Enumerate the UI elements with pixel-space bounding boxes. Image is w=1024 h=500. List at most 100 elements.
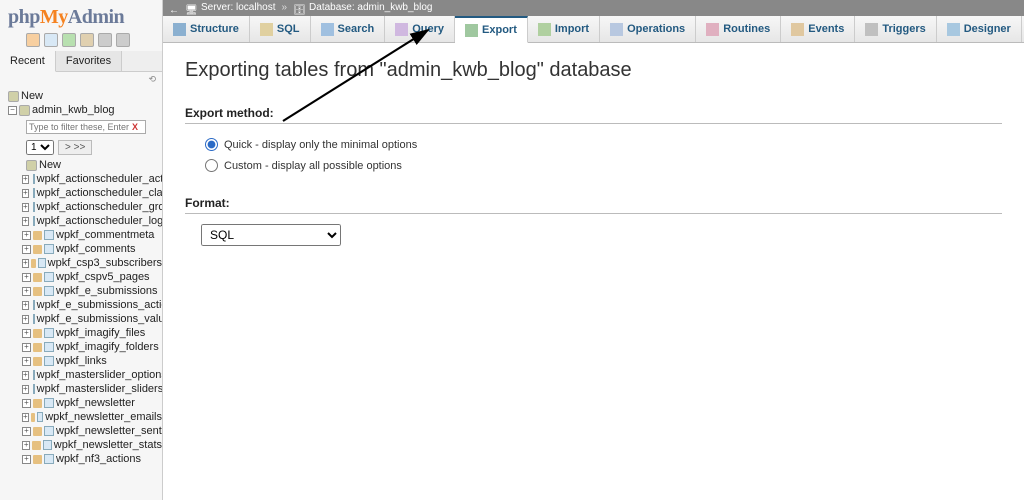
table-row[interactable]: + wpkf_actionscheduler_claims <box>22 186 162 200</box>
table-row[interactable]: +wpkf_csp3_subscribers <box>22 256 162 270</box>
table-row[interactable]: +wpkf_masterslider_sliders <box>22 382 162 396</box>
radio-quick[interactable] <box>205 138 218 151</box>
tab-triggers[interactable]: Triggers <box>855 16 936 42</box>
tab-operations[interactable]: Operations <box>600 16 696 42</box>
table-link-icon <box>33 245 42 254</box>
table-name: wpkf_nf3_actions <box>56 453 141 465</box>
breadcrumb-database[interactable]: Database: admin_kwb_blog <box>309 0 432 16</box>
table-name: wpkf_e_submissions <box>56 285 158 297</box>
plus-icon[interactable]: + <box>22 245 31 254</box>
query-icon <box>395 23 408 36</box>
tab-routines[interactable]: Routines <box>696 16 781 42</box>
plus-icon[interactable]: + <box>22 413 29 422</box>
plus-icon[interactable]: + <box>22 175 29 184</box>
pager-select[interactable]: 1 <box>26 140 54 155</box>
export-method-quick[interactable]: Quick - display only the minimal options <box>185 134 1002 155</box>
pager-next-button[interactable]: > >> <box>58 140 92 155</box>
home-icon[interactable] <box>26 33 40 47</box>
table-row[interactable]: +wpkf_newsletter_sent <box>22 424 162 438</box>
plus-icon[interactable]: + <box>22 455 31 464</box>
tab-designer[interactable]: Designer <box>937 16 1022 42</box>
table-row[interactable]: +wpkf_e_submissions_actions <box>22 298 162 312</box>
collapse-hint-icon[interactable]: ⟲ <box>0 72 162 87</box>
tab-events[interactable]: Events <box>781 16 855 42</box>
table-name: wpkf_masterslider_options <box>37 369 163 381</box>
plus-icon[interactable]: + <box>22 315 29 324</box>
logo-php: php <box>8 6 40 28</box>
docs-icon[interactable] <box>62 33 76 47</box>
main: Structure SQL Search Query Export Import… <box>163 16 1024 500</box>
plus-icon[interactable]: + <box>22 301 29 310</box>
table-row[interactable]: + wpkf_nf3_actions <box>22 452 162 466</box>
minus-icon[interactable]: − <box>8 106 17 115</box>
table-row[interactable]: +wpkf_newsletter_stats <box>22 438 162 452</box>
export-method-label: Export method: <box>185 106 1002 124</box>
back-arrow-icon[interactable]: ← <box>169 3 179 13</box>
table-row[interactable]: +wpkf_actionscheduler_actions <box>22 172 162 186</box>
table-icon <box>37 412 43 422</box>
filter-clear-icon[interactable]: X <box>132 122 138 132</box>
format-select[interactable]: SQL <box>201 224 341 246</box>
plus-icon[interactable]: + <box>22 203 29 212</box>
sidebar: phpMyAdmin Recent Favorites ⟲ New − admi… <box>0 0 163 500</box>
table-link-icon <box>33 287 42 296</box>
table-name: wpkf_actionscheduler_claims <box>37 187 163 199</box>
table-row[interactable]: +wpkf_imagify_folders <box>22 340 162 354</box>
table-row[interactable]: +wpkf_newsletter <box>22 396 162 410</box>
table-row[interactable]: +wpkf_comments <box>22 242 162 256</box>
breadcrumb: ← 🖥 Server: localhost » 🗄 Database: admi… <box>163 0 1024 16</box>
tab-structure[interactable]: Structure <box>163 16 250 42</box>
tab-recent[interactable]: Recent <box>0 51 56 72</box>
logout-icon[interactable] <box>44 33 58 47</box>
phpmyadmin-logo[interactable]: phpMyAdmin <box>0 0 162 31</box>
table-row[interactable]: +wpkf_commentmeta <box>22 228 162 242</box>
plus-icon[interactable]: + <box>22 399 31 408</box>
table-row[interactable]: +wpkf_imagify_files <box>22 326 162 340</box>
table-list: +wpkf_actionscheduler_actions+wpkf_actio… <box>22 172 162 466</box>
export-method-custom[interactable]: Custom - display all possible options <box>185 155 1002 176</box>
table-row[interactable]: + wpkf_masterslider_options <box>22 368 162 382</box>
refresh-icon[interactable] <box>116 33 130 47</box>
plus-icon[interactable]: + <box>22 217 29 226</box>
triggers-icon <box>865 23 878 36</box>
plus-icon[interactable]: + <box>22 259 29 268</box>
tab-search[interactable]: Search <box>311 16 386 42</box>
tab-favorites[interactable]: Favorites <box>56 51 122 71</box>
table-row[interactable]: +wpkf_actionscheduler_groups <box>22 200 162 214</box>
plus-icon[interactable]: + <box>22 357 31 366</box>
plus-icon[interactable]: + <box>22 385 29 394</box>
plus-icon[interactable]: + <box>22 189 29 198</box>
breadcrumb-server[interactable]: Server: localhost <box>201 0 275 16</box>
table-icon <box>33 384 35 394</box>
plus-icon[interactable]: + <box>22 273 31 282</box>
tab-query[interactable]: Query <box>385 16 455 42</box>
tab-export[interactable]: Export <box>455 16 528 43</box>
plus-icon[interactable]: + <box>22 343 31 352</box>
plus-icon[interactable]: + <box>22 329 31 338</box>
plus-icon[interactable]: + <box>22 441 30 450</box>
plus-icon[interactable]: + <box>22 287 31 296</box>
radio-custom[interactable] <box>205 159 218 172</box>
table-row[interactable]: +wpkf_actionscheduler_logs <box>22 214 162 228</box>
tab-import[interactable]: Import <box>528 16 600 42</box>
table-row[interactable]: +wpkf_cspv5_pages <box>22 270 162 284</box>
table-name: wpkf_links <box>56 355 107 367</box>
table-row[interactable]: +wpkf_newsletter_emails <box>22 410 162 424</box>
nav-settings-icon[interactable] <box>80 33 94 47</box>
tab-sql[interactable]: SQL <box>250 16 311 42</box>
plus-icon[interactable]: + <box>22 371 29 380</box>
table-row[interactable]: +wpkf_e_submissions_values <box>22 312 162 326</box>
plus-icon[interactable]: + <box>22 427 31 436</box>
plus-icon[interactable]: + <box>22 231 31 240</box>
table-row[interactable]: + wpkf_e_submissions <box>22 284 162 298</box>
table-row[interactable]: + wpkf_links <box>22 354 162 368</box>
export-icon <box>465 24 478 37</box>
table-filter-input[interactable] <box>26 120 146 134</box>
tree-new-db[interactable]: New <box>4 89 162 103</box>
tree-new-table[interactable]: New <box>22 158 162 172</box>
table-link-icon <box>33 357 42 366</box>
logo-admin: Admin <box>68 6 124 28</box>
tree-db-admin-kwb-blog[interactable]: − admin_kwb_blog <box>4 103 162 117</box>
reload-icon[interactable] <box>98 33 112 47</box>
table-icon <box>44 230 54 240</box>
